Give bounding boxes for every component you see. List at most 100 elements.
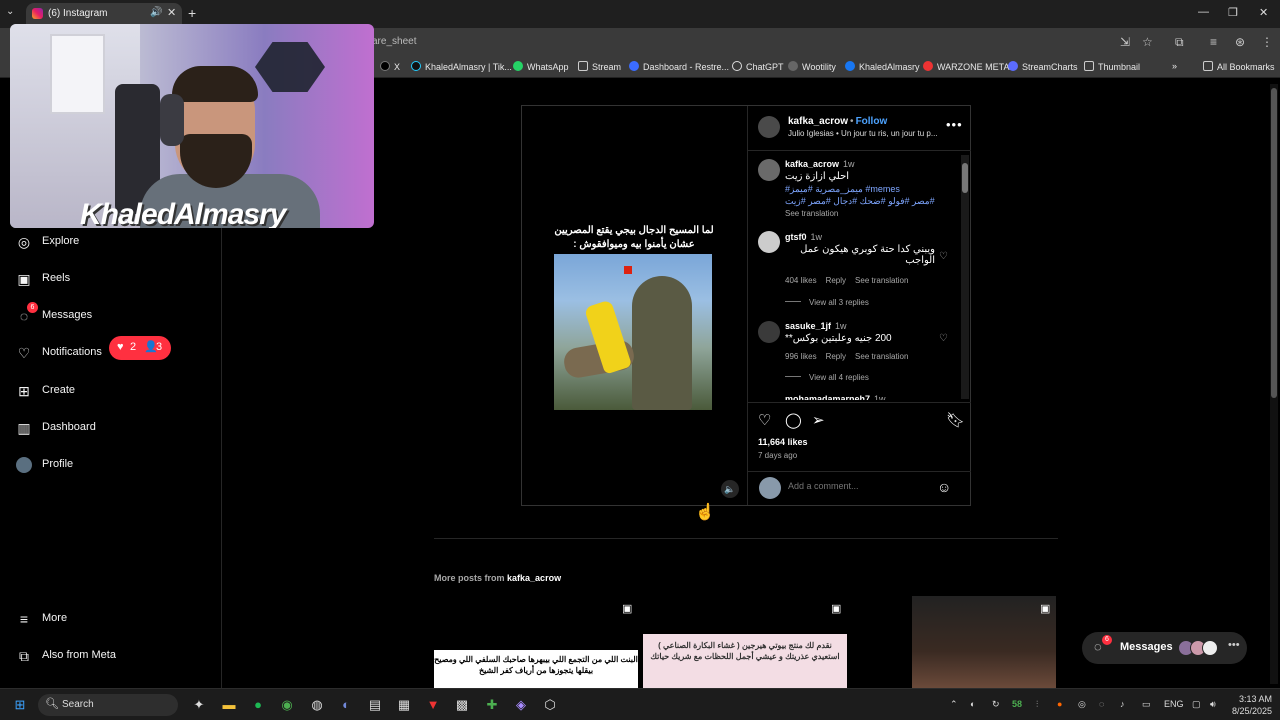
comment-likes[interactable]: 404 likes — [785, 276, 817, 285]
bookmark-x[interactable]: X — [380, 61, 400, 72]
tab-list-chevron-icon[interactable]: ⌄ — [6, 6, 14, 17]
more-post-thumb[interactable]: ▣ البنت اللي من التجمع اللي بيبهرها صاحب… — [434, 596, 638, 688]
address-bar[interactable]: are_sheet — [372, 36, 416, 47]
caption-user[interactable]: kafka_acrow 1w — [785, 159, 855, 169]
discord-icon[interactable]: ◐ — [337, 696, 355, 714]
likes-count[interactable]: 11,664 likes — [758, 437, 808, 447]
windows-start-icon[interactable]: ⊞ — [11, 696, 29, 714]
comment-avatar[interactable] — [758, 321, 780, 343]
clock[interactable]: 3:13 AM 8/25/2025 — [1228, 693, 1272, 717]
comment-likes[interactable]: 996 likes — [785, 352, 817, 361]
minimize-icon[interactable]: — — [1198, 6, 1209, 18]
more-posts-user[interactable]: kafka_acrow — [507, 573, 561, 583]
obs-icon[interactable]: ◍ — [308, 696, 326, 714]
profile-extension-icon[interactable]: ⊛ — [1235, 35, 1245, 49]
post-media[interactable]: لما المسيح الدجال بيجي يقتع المصريين عشا… — [522, 106, 748, 505]
bookmarks-overflow-icon[interactable]: » — [1172, 61, 1177, 71]
install-app-icon[interactable]: ⇲ — [1120, 35, 1130, 49]
comment-reply[interactable]: Reply — [826, 352, 846, 361]
tray-overflow-icon[interactable]: ⌃ — [950, 699, 958, 710]
view-replies[interactable]: View all 4 replies — [785, 373, 869, 382]
bookmark-wootility[interactable]: Wootility — [788, 61, 836, 72]
comment-translate[interactable]: See translation — [855, 352, 908, 361]
tray-app-icon[interactable]: ◌ — [1099, 699, 1104, 709]
bookmark-warzone-meta[interactable]: WARZONE META — [923, 61, 1010, 72]
bookmark-whatsapp[interactable]: WhatsApp — [513, 61, 569, 72]
volume-icon[interactable]: 🔈 — [721, 480, 739, 498]
tray-discord-icon[interactable]: ◐ — [970, 699, 975, 709]
more-post-thumb[interactable]: ▣ — [852, 596, 1056, 688]
comments-scrollbar[interactable] — [961, 155, 969, 399]
network-icon[interactable]: ▢ — [1192, 699, 1201, 710]
share-icon[interactable]: ➢ — [812, 411, 825, 429]
comment-user[interactable]: sasuke_1jf 1w — [785, 321, 847, 331]
follow-button[interactable]: Follow — [856, 116, 888, 127]
app-icon[interactable]: ▩ — [453, 696, 471, 714]
author-username[interactable]: kafka_acrow — [788, 116, 848, 127]
app-icon[interactable]: ▤ — [366, 696, 384, 714]
comment-reply[interactable]: Reply — [826, 276, 846, 285]
volume-tray-icon[interactable]: 🔊︎ — [1210, 699, 1216, 710]
notifications-pill[interactable]: ♥ 2 👤 3 — [109, 336, 171, 360]
comment-icon[interactable]: ◯ — [785, 411, 802, 429]
author-avatar[interactable] — [758, 116, 780, 138]
app-icon[interactable]: ▦ — [395, 696, 413, 714]
restore-icon[interactable]: ❐ — [1228, 6, 1238, 19]
like-icon[interactable]: ♡ — [758, 411, 771, 429]
media-controls-icon[interactable]: ≡ — [1210, 35, 1217, 49]
app-icon[interactable]: ▼ — [424, 696, 442, 714]
tab-audio-icon[interactable]: 🔊 — [150, 7, 162, 18]
extensions-icon[interactable]: ⧉ — [1175, 35, 1184, 50]
chrome-icon[interactable]: ◉ — [278, 696, 296, 714]
caption-hashtags-1[interactable]: #ميمز_مصرية #ميمز #memes — [785, 184, 900, 195]
caption-hashtags-2[interactable]: مصر #فولو #ضحك #دجال #مصر #زيت# — [785, 196, 935, 207]
microphone-icon[interactable]: ♪ — [1120, 699, 1125, 709]
caption-avatar[interactable] — [758, 159, 780, 181]
tray-app-icon[interactable]: ↻ — [992, 699, 1000, 710]
file-explorer-icon[interactable]: ▬ — [220, 696, 238, 714]
messages-floating-button[interactable]: ◌ 6 Messages ••• — [1082, 632, 1247, 664]
app-icon[interactable]: ⬡ — [541, 696, 559, 714]
bookmark-dashboard-restream[interactable]: Dashboard - Restre... — [629, 61, 729, 72]
new-tab-button[interactable]: + — [188, 5, 196, 21]
tray-app-icon[interactable]: ◎ — [1078, 699, 1086, 710]
browser-menu-icon[interactable]: ⋮ — [1261, 35, 1273, 49]
scrollbar-thumb[interactable] — [962, 163, 968, 193]
comment-user[interactable]: gtsf0 1w — [785, 232, 822, 242]
app-icon[interactable]: ✚ — [483, 696, 501, 714]
bookmark-khaledalmasry-meta[interactable]: KhaledAlmasry — [845, 61, 920, 72]
bookmark-chatgpt[interactable]: ChatGPT — [732, 61, 784, 72]
language-indicator[interactable]: ENG — [1164, 699, 1184, 709]
copilot-icon[interactable]: ✦ — [190, 696, 208, 714]
page-scrollbar-thumb[interactable] — [1271, 88, 1277, 398]
tray-temp[interactable]: 58 — [1012, 699, 1022, 709]
caption-see-translation[interactable]: See translation — [785, 209, 838, 218]
tray-app-icon[interactable]: ● — [1057, 699, 1062, 709]
comment-avatar[interactable] — [758, 231, 780, 253]
keyboard-icon[interactable]: ▭ — [1142, 699, 1151, 710]
page-scrollbar[interactable] — [1270, 84, 1278, 684]
more-post-thumb[interactable]: ▣ نقدم لك منتج بيوتي هيرجين ( غشاء البكا… — [643, 596, 847, 688]
game-controller-icon[interactable]: ◈ — [512, 696, 530, 714]
view-replies[interactable]: View all 3 replies — [785, 298, 869, 307]
bookmark-star-icon[interactable]: ☆ — [1142, 35, 1153, 49]
more-options-icon[interactable]: ••• — [946, 117, 963, 132]
all-bookmarks[interactable]: All Bookmarks — [1203, 61, 1275, 72]
bookmark-stream[interactable]: Stream — [578, 61, 621, 72]
save-bookmark-icon[interactable]: 🔖︎ — [946, 411, 965, 429]
comment-like-icon[interactable]: ♡ — [939, 333, 948, 344]
bookmark-tiktok[interactable]: KhaledAlmasry | Tik... — [411, 61, 512, 72]
tab-close-icon[interactable]: ✕ — [167, 6, 176, 19]
spotify-icon[interactable]: ● — [249, 696, 267, 714]
audio-track[interactable]: Julio Iglesias • Un jour tu ris, un jour… — [788, 129, 938, 138]
tray-app-icon[interactable]: ⫶ — [1036, 699, 1038, 710]
comment-like-icon[interactable]: ♡ — [939, 251, 948, 262]
comment-translate[interactable]: See translation — [855, 276, 908, 285]
comment-user[interactable]: mohamadamarneh7 1w — [785, 394, 886, 400]
taskbar-search[interactable]: 🔍︎ Search — [38, 694, 178, 716]
window-close-icon[interactable]: ✕ — [1259, 6, 1268, 19]
add-comment-input[interactable] — [788, 481, 928, 491]
bookmark-thumbnail[interactable]: Thumbnail — [1084, 61, 1140, 72]
bookmark-streamcharts[interactable]: StreamCharts — [1008, 61, 1078, 72]
emoji-icon[interactable]: ☺ — [937, 479, 951, 495]
